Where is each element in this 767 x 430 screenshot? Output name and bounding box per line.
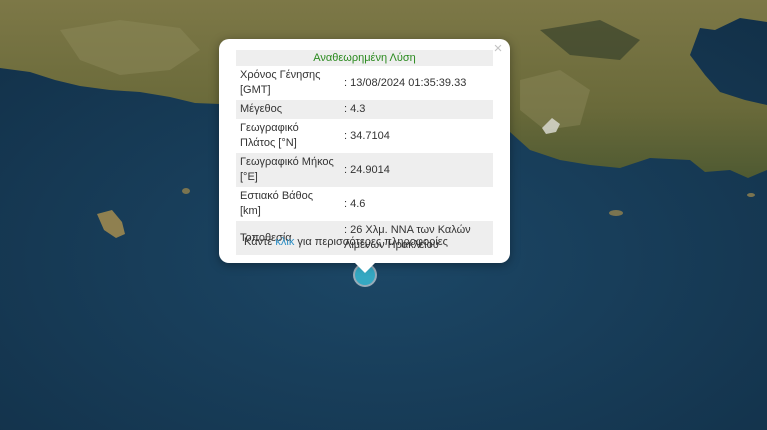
- latitude-label: Γεωγραφικό Πλάτος [°N]: [240, 122, 299, 149]
- earthquake-info-popup: × Αναθεωρημένη Λύση Χρόνος Γένησης [GMT]…: [219, 39, 510, 263]
- latitude-value: : 34.7104: [344, 129, 390, 142]
- origin-time-label: Χρόνος Γένησης [GMT]: [240, 69, 321, 96]
- earthquake-details-table: Αναθεωρημένη Λύση Χρόνος Γένησης [GMT] :…: [236, 50, 493, 255]
- depth-label: Εστιακό Βάθος [km]: [240, 190, 314, 217]
- depth-value: : 4.6: [344, 197, 366, 210]
- more-info-suffix: για περισσότερες πληροφορίες: [294, 236, 448, 248]
- longitude-label: Γεωγραφικό Μήκος [°E]: [236, 153, 340, 187]
- magnitude-label: Μέγεθος: [236, 100, 340, 119]
- islet: [182, 188, 190, 194]
- popup-title: Αναθεωρημένη Λύση: [236, 50, 493, 66]
- origin-time-value: : 13/08/2024 01:35:39.33: [344, 76, 467, 89]
- islet: [747, 193, 755, 197]
- longitude-value: : 24.9014: [340, 153, 493, 187]
- islet: [609, 210, 623, 216]
- more-info-link[interactable]: κλικ: [275, 236, 294, 248]
- popup-pointer: [354, 262, 376, 273]
- more-info-text: Κάντε κλικ για περισσότερες πληροφορίες: [244, 236, 448, 248]
- more-info-prefix: Κάντε: [244, 236, 276, 248]
- magnitude-value: : 4.3: [340, 100, 493, 119]
